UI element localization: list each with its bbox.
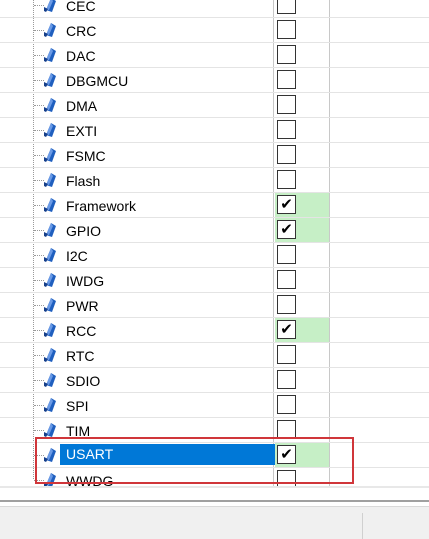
tree-item-label: DAC bbox=[66, 48, 96, 64]
tree-item-sdio[interactable]: SDIO bbox=[0, 368, 429, 393]
tree-item-exti[interactable]: EXTI bbox=[0, 118, 429, 143]
tree-branch-line bbox=[34, 430, 44, 431]
blue-gem-icon bbox=[44, 423, 56, 437]
select-checkbox-flash[interactable] bbox=[277, 170, 296, 189]
tree-branch-line bbox=[34, 80, 44, 81]
select-checkbox-dma[interactable] bbox=[277, 95, 296, 114]
tree-item-label: EXTI bbox=[66, 123, 98, 139]
select-checkbox-i2c[interactable] bbox=[277, 245, 296, 264]
tree-item-rcc[interactable]: RCC ✔ bbox=[0, 318, 429, 343]
blue-gem-icon bbox=[44, 298, 56, 312]
blue-gem-icon bbox=[44, 73, 56, 87]
tree-branch-line bbox=[34, 280, 44, 281]
select-checkbox-dbgmcu[interactable] bbox=[277, 70, 296, 89]
tree-bottom-edge bbox=[0, 486, 429, 488]
tree-item-label: SDIO bbox=[66, 373, 101, 389]
tree-item-label: Framework bbox=[66, 198, 137, 214]
blue-gem-icon bbox=[44, 148, 56, 162]
select-checkbox-crc[interactable] bbox=[277, 20, 296, 39]
tree-item-label: IWDG bbox=[66, 273, 105, 289]
tree-item-label: GPIO bbox=[66, 223, 102, 239]
tree-item-fsmc[interactable]: FSMC bbox=[0, 143, 429, 168]
select-checkbox-iwdg[interactable] bbox=[277, 270, 296, 289]
tree-item-dbgmcu[interactable]: DBGMCU bbox=[0, 68, 429, 93]
tree-item-spi[interactable]: SPI bbox=[0, 393, 429, 418]
select-checkbox-exti[interactable] bbox=[277, 120, 296, 139]
blue-gem-icon bbox=[44, 398, 56, 412]
tree-item-cec[interactable]: CEC bbox=[0, 0, 429, 18]
tree-item-dma[interactable]: DMA bbox=[0, 93, 429, 118]
blue-gem-icon bbox=[44, 373, 56, 387]
tree-item-iwdg[interactable]: IWDG bbox=[0, 268, 429, 293]
tree-branch-line bbox=[34, 5, 44, 6]
tree-item-dac[interactable]: DAC bbox=[0, 43, 429, 68]
tree-branch-line bbox=[34, 355, 44, 356]
status-bar-separator bbox=[362, 513, 363, 539]
select-checkbox-dac[interactable] bbox=[277, 45, 296, 64]
tree-branch-line bbox=[34, 405, 44, 406]
select-checkbox-framework[interactable]: ✔ bbox=[277, 195, 296, 214]
blue-gem-icon bbox=[44, 173, 56, 187]
tree-item-label: RTC bbox=[66, 348, 95, 364]
blue-gem-icon bbox=[44, 323, 56, 337]
tree-branch-line bbox=[34, 330, 44, 331]
select-checkbox-sdio[interactable] bbox=[277, 370, 296, 389]
tree-branch-line bbox=[34, 55, 44, 56]
tree-branch-line bbox=[34, 255, 44, 256]
tree-item-gpio[interactable]: GPIO ✔ bbox=[0, 218, 429, 243]
tree-branch-line bbox=[34, 180, 44, 181]
tree-item-label: PWR bbox=[66, 298, 99, 314]
tree-item-i2c[interactable]: I2C bbox=[0, 243, 429, 268]
tree-item-label: Flash bbox=[66, 173, 101, 189]
blue-gem-icon bbox=[44, 98, 56, 112]
component-tree: CEC CRC DAC DBGMCU DMA EXTI FSMC Flash Framework… bbox=[0, 0, 429, 488]
tree-item-flash[interactable]: Flash bbox=[0, 168, 429, 193]
select-checkbox-fsmc[interactable] bbox=[277, 145, 296, 164]
tree-item-label: DMA bbox=[66, 98, 98, 114]
tree-branch-line bbox=[34, 105, 44, 106]
tree-item-framework[interactable]: Framework ✔ bbox=[0, 193, 429, 218]
blue-gem-icon bbox=[44, 23, 56, 37]
tree-item-crc[interactable]: CRC bbox=[0, 18, 429, 43]
select-checkbox-pwr[interactable] bbox=[277, 295, 296, 314]
tree-branch-line bbox=[34, 205, 44, 206]
tree-branch-line bbox=[34, 30, 44, 31]
select-checkbox-spi[interactable] bbox=[277, 395, 296, 414]
blue-gem-icon bbox=[44, 198, 56, 212]
tree-item-label: FSMC bbox=[66, 148, 106, 164]
tree-item-label: DBGMCU bbox=[66, 73, 129, 89]
tree-branch-line bbox=[34, 380, 44, 381]
tree-item-label: SPI bbox=[66, 398, 89, 414]
blue-gem-icon bbox=[44, 123, 56, 137]
tree-item-pwr[interactable]: PWR bbox=[0, 293, 429, 318]
usart-highlight-box bbox=[35, 437, 354, 484]
tree-item-label: RCC bbox=[66, 323, 97, 339]
status-bar bbox=[0, 506, 429, 539]
tree-item-rtc[interactable]: RTC bbox=[0, 343, 429, 368]
tree-branch-line bbox=[34, 305, 44, 306]
select-checkbox-gpio[interactable]: ✔ bbox=[277, 220, 296, 239]
tree-branch-line bbox=[34, 155, 44, 156]
select-checkbox-cec[interactable] bbox=[277, 0, 296, 14]
blue-gem-icon bbox=[44, 0, 56, 12]
select-checkbox-rcc[interactable]: ✔ bbox=[277, 320, 296, 339]
tree-item-label: I2C bbox=[66, 248, 88, 264]
panel-divider bbox=[0, 500, 429, 502]
blue-gem-icon bbox=[44, 248, 56, 262]
tree-branch-line bbox=[34, 130, 44, 131]
blue-gem-icon bbox=[44, 48, 56, 62]
blue-gem-icon bbox=[44, 348, 56, 362]
blue-gem-icon bbox=[44, 223, 56, 237]
tree-item-label: CRC bbox=[66, 23, 97, 39]
tree-branch-line bbox=[34, 230, 44, 231]
select-checkbox-rtc[interactable] bbox=[277, 345, 296, 364]
tree-item-label: CEC bbox=[66, 0, 96, 14]
blue-gem-icon bbox=[44, 273, 56, 287]
